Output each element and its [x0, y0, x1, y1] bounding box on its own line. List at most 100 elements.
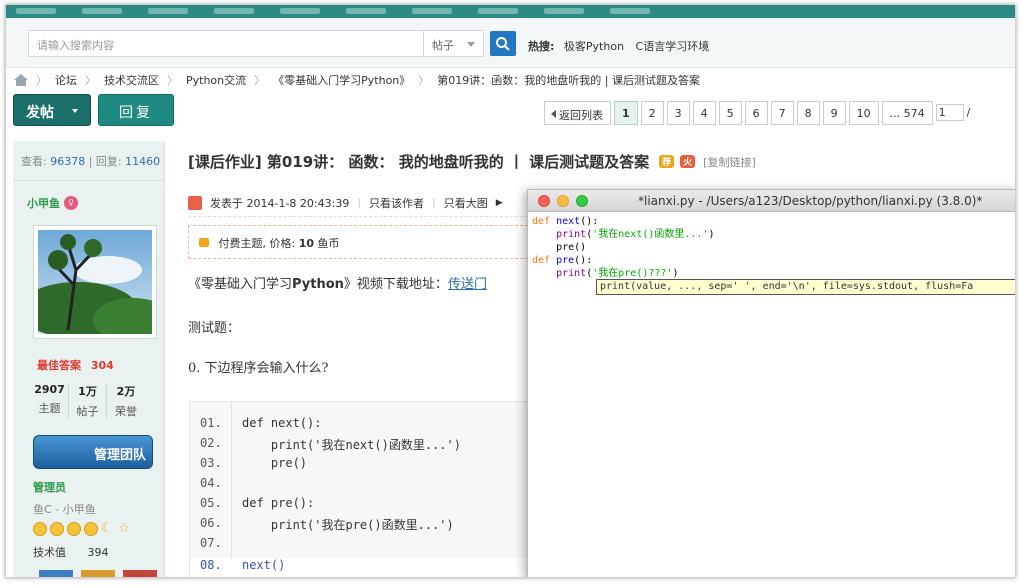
thread-title: [课后作业] 第019讲： 函数： 我的地盘听我的 丨 课后测试题及答案: [188, 153, 650, 171]
page-link[interactable]: 7: [770, 101, 794, 125]
code-line: 07.: [190, 536, 533, 556]
breadcrumb-separator: 〉: [167, 74, 178, 87]
calltip-popup: print(value, ..., sep=' ', end='\n', fil…: [596, 279, 1015, 295]
skill-label: 技术值: [33, 546, 66, 559]
author-name[interactable]: 小甲鱼: [27, 195, 60, 211]
page-jump-input[interactable]: 1: [935, 104, 964, 121]
nav-item[interactable]: [412, 8, 452, 14]
author-name-row: 小甲鱼 ♀: [13, 181, 164, 211]
smiley-icon: [33, 522, 47, 536]
copy-link-button[interactable]: [复制链接]: [703, 154, 756, 170]
search-scope-select[interactable]: 帖子: [424, 30, 484, 57]
close-window-button[interactable]: [538, 195, 550, 207]
page-link[interactable]: 8: [796, 101, 820, 125]
search-scope-label: 帖子: [432, 39, 454, 52]
recommended-icon: 荐: [659, 155, 675, 168]
nav-item[interactable]: [280, 8, 320, 14]
stat-value: 2907: [34, 383, 65, 396]
medal-icon[interactable]: [81, 570, 115, 577]
breadcrumb-item[interactable]: 论坛: [55, 72, 77, 88]
author-stat[interactable]: 1万帖子: [69, 383, 107, 419]
video-prefix: 《零基础入门学习: [188, 277, 293, 292]
breadcrumb-separator: 〉: [418, 74, 430, 87]
page-link[interactable]: 5: [718, 101, 742, 125]
minimize-window-button[interactable]: [557, 195, 569, 207]
page-link[interactable]: 6: [744, 101, 768, 125]
back-to-list-button[interactable]: 返回列表: [544, 101, 611, 125]
author-stat[interactable]: 2万 荣誉: [107, 383, 145, 419]
new-post-button[interactable]: 发帖: [13, 94, 91, 126]
line-number: 05.: [200, 496, 222, 510]
breadcrumb-separator: 〉: [36, 74, 47, 87]
only-big-images-link[interactable]: 只看大图: [444, 195, 488, 211]
paid-label: 付费主题, 价格:: [218, 237, 299, 250]
zoom-window-button[interactable]: [576, 195, 588, 207]
views-count: 96378: [50, 155, 86, 168]
search-button[interactable]: [490, 31, 516, 56]
management-team-badge[interactable]: 管理团队: [33, 435, 153, 469]
line-number: 02.: [200, 436, 222, 450]
meta-divider: |: [357, 196, 362, 209]
author-stat[interactable]: 2907 主题: [31, 383, 69, 419]
medal-icon[interactable]: [123, 570, 157, 577]
code-line: 04.: [190, 476, 533, 496]
page-link[interactable]: 3: [666, 101, 690, 125]
window-title: *lianxi.py - /Users/a123/Desktop/python/…: [638, 194, 983, 208]
search-input[interactable]: 请输入搜索内容: [28, 30, 424, 57]
top-navigation: [6, 5, 1015, 18]
chevron-right-icon[interactable]: ▶: [496, 198, 503, 208]
reply-button[interactable]: 回复: [98, 94, 174, 126]
smiley-icon: [67, 522, 81, 536]
line-text: next(): [242, 558, 286, 572]
code-editor[interactable]: def next(): print('我在next()函数里...') pre(…: [528, 213, 1015, 577]
author-stats: 2907 主题 1万帖子 2万 荣誉: [31, 383, 164, 419]
code-line: 06. print('我在pre()函数里...'): [190, 516, 533, 536]
code-line: 02. print('我在next()函数里...'): [190, 436, 533, 456]
breadcrumb-separator: 〉: [85, 74, 96, 87]
nav-item[interactable]: [16, 8, 56, 14]
nav-item[interactable]: [214, 8, 254, 14]
download-link[interactable]: 传送门: [448, 277, 487, 292]
editor-line: pre(): [532, 242, 587, 253]
breadcrumb-item[interactable]: 技术交流区: [104, 72, 159, 88]
page-link[interactable]: 9: [822, 101, 846, 125]
smiley-icon: [84, 522, 98, 536]
medal-icon[interactable]: [39, 570, 73, 577]
breadcrumb-item[interactable]: 《零基础入门学习Python》: [273, 72, 410, 88]
page-link[interactable]: 4: [692, 101, 716, 125]
hot-search-link[interactable]: 极客Python: [564, 40, 624, 53]
test-heading: 测试题：: [188, 321, 241, 336]
home-icon[interactable]: [14, 74, 28, 86]
medals: [13, 560, 164, 577]
nav-item[interactable]: [148, 8, 188, 14]
nav-item[interactable]: [346, 8, 386, 14]
breadcrumb-item[interactable]: Python交流: [186, 72, 246, 88]
search-icon: [496, 37, 510, 51]
window-titlebar[interactable]: *lianxi.py - /Users/a123/Desktop/python/…: [528, 190, 1015, 212]
stat-value: 1万: [78, 385, 97, 398]
author-title: 鱼C - 小甲鱼: [33, 503, 96, 516]
editor-line: def pre():: [532, 255, 593, 266]
replies-count: 11460: [125, 155, 161, 168]
page-link-last[interactable]: ... 574: [881, 101, 933, 125]
page-link[interactable]: 10: [848, 101, 879, 125]
breadcrumb-item[interactable]: 第019讲：函数：我的地盘听我的 | 课后测试题及答案: [437, 72, 700, 88]
star-icon: ☆: [118, 521, 130, 536]
nav-item[interactable]: [544, 8, 584, 14]
nav-item[interactable]: [82, 8, 122, 14]
only-author-link[interactable]: 只看该作者: [369, 195, 424, 211]
idle-editor-window[interactable]: *lianxi.py - /Users/a123/Desktop/python/…: [527, 189, 1015, 577]
nav-item[interactable]: [610, 8, 650, 14]
page-link[interactable]: 2: [640, 101, 664, 125]
replies-label: 回复:: [95, 155, 122, 168]
thread-title-row: [课后作业] 第019讲： 函数： 我的地盘听我的 丨 课后测试题及答案 荐 火…: [188, 151, 756, 172]
page-link-current[interactable]: 1: [614, 101, 638, 125]
hot-search-link[interactable]: C语言学习环境: [636, 40, 710, 53]
nav-item[interactable]: [478, 8, 518, 14]
stat-label: 帖子: [76, 405, 99, 418]
paid-price: 10: [298, 237, 315, 250]
stats-divider: |: [88, 155, 96, 168]
code-block[interactable]: 01. def next(): 02. print('我在next()函数里...…: [189, 401, 534, 577]
avatar[interactable]: [33, 225, 157, 339]
avatar-image: [38, 230, 152, 334]
